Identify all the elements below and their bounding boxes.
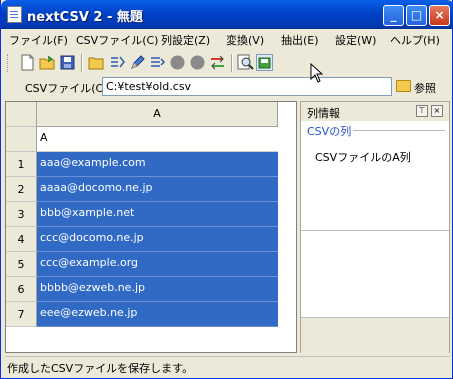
table-cell[interactable]: eee@ezweb.ne.jp [37,302,278,327]
title-bar[interactable]: nextCSV 2 - 無題 _ □ × [1,0,453,29]
window-title: nextCSV 2 - 無題 [27,10,143,25]
menu-help[interactable]: ヘルプ(H) [390,32,440,48]
split-columns-icon[interactable] [109,54,126,71]
close-button[interactable]: × [429,5,450,26]
divider [353,130,445,131]
row-number[interactable]: 4 [6,227,37,252]
toolbar-separator [81,54,83,72]
status-bar: 作成したCSVファイルを保存します。 [5,356,450,376]
grid-empty-area [6,327,296,352]
csv-path-input[interactable]: C:¥test¥old.csv [102,77,392,96]
header-row-number[interactable] [6,127,37,152]
browse-button[interactable]: 参照 [394,77,444,97]
app-icon [7,6,22,23]
mouse-cursor-icon [310,63,324,83]
menu-convert[interactable]: 変換(V) [226,32,264,48]
close-icon[interactable]: × [431,105,443,117]
panel-subtitle: CSVの列 [307,125,352,138]
panel-footer [301,317,449,353]
panel-title: 列情報 [307,107,340,120]
row-number[interactable]: 1 [6,152,37,177]
toolbar-separator [231,54,233,72]
menu-column-settings[interactable]: 列設定(Z) [161,32,210,48]
open-folder-icon[interactable] [39,54,56,71]
menu-settings[interactable]: 設定(W) [335,32,376,48]
convert-icon[interactable] [209,54,226,71]
row-number[interactable]: 7 [6,302,37,327]
csv-file-label: CSVファイル(C) [25,82,108,95]
divider [301,230,449,231]
row-number[interactable]: 5 [6,252,37,277]
menu-extract[interactable]: 抽出(E) [281,32,319,48]
merge-columns-icon[interactable] [149,54,166,71]
path-bar: CSVファイル(C) C:¥test¥old.csv 参照 [5,76,450,98]
header-row-cell[interactable]: A [37,127,278,152]
maximize-button[interactable]: □ [406,5,427,26]
row-number[interactable]: 2 [6,177,37,202]
folder-icon[interactable] [88,54,105,71]
app-window: nextCSV 2 - 無題 _ □ × ファイル(F) CSVファイル(C) … [0,0,453,379]
toolbar-grip[interactable] [7,54,11,72]
panel-description: CSVファイルのA列 [315,151,411,164]
save-csv-icon[interactable] [256,54,273,71]
search-icon[interactable] [237,54,254,71]
column-info-panel: 列情報 ⊤ × CSVの列 CSVファイルのA列 [300,101,450,353]
panel-title-bar: 列情報 ⊤ × [301,102,449,121]
column-header-a[interactable]: A [37,102,278,127]
status-text: 作成したCSVファイルを保存します。 [7,362,194,375]
menu-bar: ファイル(F) CSVファイル(C) 列設定(Z) 変換(V) 抽出(E) 設定… [5,29,450,49]
table-cell[interactable]: ccc@example.org [37,252,278,277]
table-cell[interactable]: bbbb@ezweb.ne.jp [37,277,278,302]
minimize-button[interactable]: _ [383,5,404,26]
gray-circle-icon[interactable] [189,54,206,71]
gray-circle-icon[interactable] [169,54,186,71]
data-grid[interactable]: A A 1 aaa@example.com 2 aaaa@docomo.ne.j… [5,101,297,353]
table-cell[interactable]: ccc@docomo.ne.jp [37,227,278,252]
row-number[interactable]: 6 [6,277,37,302]
folder-icon [396,80,411,92]
grid-corner[interactable] [6,102,37,127]
menu-csv-file[interactable]: CSVファイル(C) [76,32,158,48]
new-file-icon[interactable] [19,54,36,71]
table-cell[interactable]: aaaa@docomo.ne.jp [37,177,278,202]
table-cell[interactable]: bbb@xample.net [37,202,278,227]
save-icon[interactable] [59,54,76,71]
browse-label: 参照 [414,82,436,95]
pin-icon[interactable]: ⊤ [416,105,428,117]
pencil-icon[interactable] [129,54,146,71]
row-number[interactable]: 3 [6,202,37,227]
table-cell[interactable]: aaa@example.com [37,152,278,177]
toolbar [5,51,450,75]
menu-file[interactable]: ファイル(F) [9,32,68,48]
